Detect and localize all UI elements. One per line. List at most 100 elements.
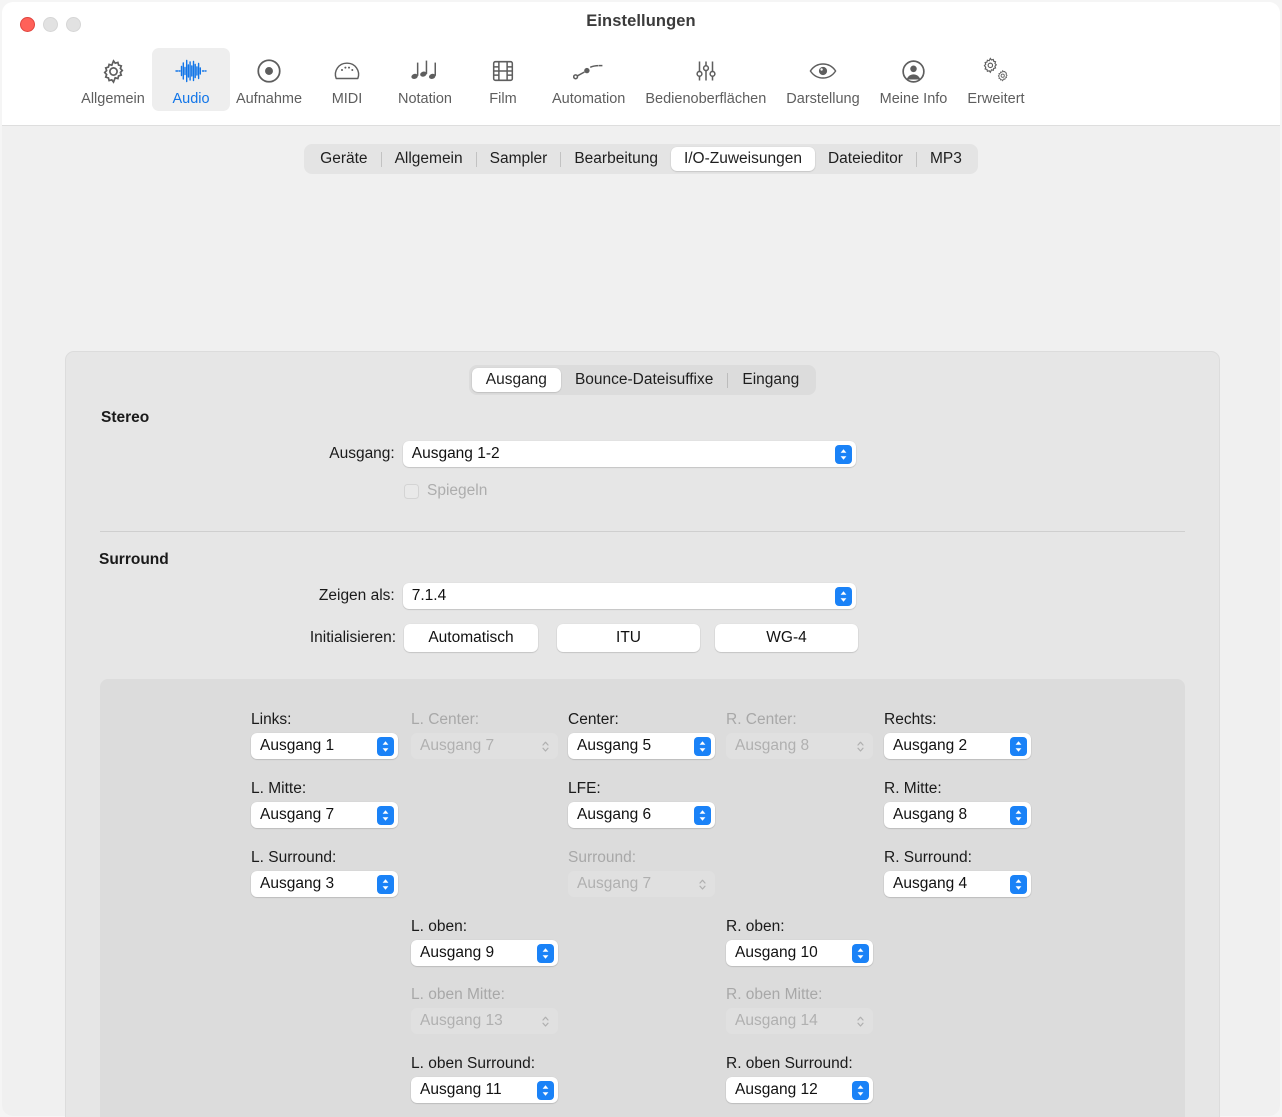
tab-dateieditor[interactable]: Dateieditor bbox=[815, 147, 916, 171]
toolbar-item-label: Film bbox=[489, 91, 516, 107]
toolbar-item-label: MIDI bbox=[332, 91, 363, 107]
cell-label: R. oben Surround: bbox=[726, 1055, 873, 1073]
chevron-up-down-icon bbox=[852, 944, 869, 963]
content-area: Geräte Allgemein Sampler Bearbeitung I/O… bbox=[2, 126, 1280, 1116]
chevron-up-down-icon bbox=[694, 875, 711, 894]
show-as-popup[interactable]: 7.1.4 bbox=[403, 583, 856, 609]
toolbar-item-allgemein[interactable]: Allgemein bbox=[74, 48, 152, 111]
l-surround-popup[interactable]: Ausgang 3 bbox=[251, 871, 398, 897]
tab-allgemein[interactable]: Allgemein bbox=[382, 147, 476, 171]
mirror-checkbox[interactable] bbox=[404, 484, 419, 499]
segment-bounce-dateisuffixe[interactable]: Bounce-Dateisuffixe bbox=[561, 368, 727, 392]
cell-value: Ausgang 2 bbox=[884, 737, 967, 755]
rechts-popup[interactable]: Ausgang 2 bbox=[884, 733, 1031, 759]
toolbar-item-film[interactable]: Film bbox=[464, 48, 542, 111]
section-divider bbox=[100, 531, 1185, 532]
notes-icon bbox=[410, 54, 440, 88]
cell-label: R. Mitte: bbox=[884, 780, 1031, 798]
cell-r-mitte: R. Mitte: Ausgang 8 bbox=[884, 780, 1031, 828]
stereo-output-row: Ausgang: Ausgang 1-2 bbox=[66, 441, 856, 467]
mirror-label: Spiegeln bbox=[427, 482, 487, 500]
cell-l-center: L. Center: Ausgang 7 bbox=[411, 711, 558, 759]
init-itu-button[interactable]: ITU bbox=[557, 624, 700, 652]
toolbar-item-notation[interactable]: Notation bbox=[386, 48, 464, 111]
l-oben-surround-popup[interactable]: Ausgang 11 bbox=[411, 1077, 558, 1103]
eye-icon bbox=[808, 54, 838, 88]
automation-curve-icon bbox=[573, 54, 605, 88]
surround-showas-row: Zeigen als: 7.1.4 bbox=[66, 583, 856, 609]
r-mitte-popup[interactable]: Ausgang 8 bbox=[884, 802, 1031, 828]
l-mitte-popup[interactable]: Ausgang 7 bbox=[251, 802, 398, 828]
stereo-heading: Stereo bbox=[101, 409, 149, 427]
titlebar: Einstellungen bbox=[2, 2, 1280, 46]
segment-ausgang[interactable]: Ausgang bbox=[472, 368, 561, 392]
cell-value: Ausgang 3 bbox=[251, 875, 334, 893]
tab-sampler[interactable]: Sampler bbox=[477, 147, 561, 171]
waveform-icon bbox=[174, 54, 208, 88]
tab-mp3[interactable]: MP3 bbox=[917, 147, 975, 171]
segment-eingang[interactable]: Eingang bbox=[728, 368, 813, 392]
sliders-icon bbox=[693, 54, 719, 88]
cell-l-mitte: L. Mitte: Ausgang 7 bbox=[251, 780, 398, 828]
cell-label: Surround: bbox=[568, 849, 715, 867]
cell-value: Ausgang 7 bbox=[251, 806, 334, 824]
toolbar-item-bedienoberflaechen[interactable]: Bedienoberflächen bbox=[635, 48, 776, 111]
cell-value: Ausgang 13 bbox=[411, 1012, 503, 1030]
surround-popup[interactable]: Ausgang 7 bbox=[568, 871, 715, 897]
cell-r-oben-mitte: R. oben Mitte: Ausgang 14 bbox=[726, 986, 873, 1034]
init-wg4-button[interactable]: WG-4 bbox=[715, 624, 858, 652]
toolbar-item-audio[interactable]: Audio bbox=[152, 48, 230, 111]
r-surround-popup[interactable]: Ausgang 4 bbox=[884, 871, 1031, 897]
l-oben-mitte-popup[interactable]: Ausgang 13 bbox=[411, 1008, 558, 1034]
tab-io-zuweisungen[interactable]: I/O-Zuweisungen bbox=[671, 147, 815, 171]
center-popup[interactable]: Ausgang 5 bbox=[568, 733, 715, 759]
chevron-up-down-icon bbox=[835, 445, 852, 464]
cell-links: Links: Ausgang 1 bbox=[251, 711, 398, 759]
cell-value: Ausgang 12 bbox=[726, 1081, 818, 1099]
pane-tabbar-wrapper: Geräte Allgemein Sampler Bearbeitung I/O… bbox=[2, 126, 1280, 174]
chevron-up-down-icon bbox=[377, 806, 394, 825]
surround-heading: Surround bbox=[99, 551, 169, 569]
cell-label: Rechts: bbox=[884, 711, 1031, 729]
r-center-popup[interactable]: Ausgang 8 bbox=[726, 733, 873, 759]
tab-geraete[interactable]: Geräte bbox=[307, 147, 380, 171]
stereo-output-popup[interactable]: Ausgang 1-2 bbox=[403, 441, 856, 467]
toolbar-item-meine-info[interactable]: Meine Info bbox=[870, 48, 958, 111]
toolbar-item-aufnahme[interactable]: Aufnahme bbox=[230, 48, 308, 111]
lfe-popup[interactable]: Ausgang 6 bbox=[568, 802, 715, 828]
cell-label: R. Surround: bbox=[884, 849, 1031, 867]
toolbar-item-label: Darstellung bbox=[786, 91, 859, 107]
chevron-up-down-icon bbox=[537, 737, 554, 756]
l-center-popup[interactable]: Ausgang 7 bbox=[411, 733, 558, 759]
cell-value: Ausgang 11 bbox=[411, 1081, 502, 1099]
chevron-up-down-icon bbox=[694, 806, 711, 825]
cell-label: Links: bbox=[251, 711, 398, 729]
chevron-up-down-icon bbox=[1010, 875, 1027, 894]
gear-icon bbox=[100, 54, 127, 88]
toolbar-item-erweitert[interactable]: Erweitert bbox=[957, 48, 1034, 111]
cell-lfe: LFE: Ausgang 6 bbox=[568, 780, 715, 828]
cell-l-oben-mitte: L. oben Mitte: Ausgang 13 bbox=[411, 986, 558, 1034]
output-mode-segmented-wrapper: Ausgang Bounce-Dateisuffixe Eingang bbox=[66, 352, 1219, 395]
cell-value: Ausgang 7 bbox=[568, 875, 651, 893]
cell-value: Ausgang 1 bbox=[251, 737, 334, 755]
show-as-label: Zeigen als: bbox=[66, 587, 395, 605]
links-popup[interactable]: Ausgang 1 bbox=[251, 733, 398, 759]
toolbar-item-automation[interactable]: Automation bbox=[542, 48, 635, 111]
r-oben-surround-popup[interactable]: Ausgang 12 bbox=[726, 1077, 873, 1103]
l-oben-popup[interactable]: Ausgang 9 bbox=[411, 940, 558, 966]
cell-value: Ausgang 10 bbox=[726, 944, 818, 962]
mirror-checkbox-group[interactable]: Spiegeln bbox=[404, 482, 487, 500]
cell-label: LFE: bbox=[568, 780, 715, 798]
toolbar-item-midi[interactable]: MIDI bbox=[308, 48, 386, 111]
window-title: Einstellungen bbox=[2, 12, 1280, 31]
toolbar-item-label: Meine Info bbox=[880, 91, 948, 107]
r-oben-mitte-popup[interactable]: Ausgang 14 bbox=[726, 1008, 873, 1034]
cell-surround: Surround: Ausgang 7 bbox=[568, 849, 715, 897]
init-automatisch-button[interactable]: Automatisch bbox=[404, 624, 538, 652]
cell-value: Ausgang 8 bbox=[726, 737, 809, 755]
tab-bearbeitung[interactable]: Bearbeitung bbox=[561, 147, 671, 171]
chevron-up-down-icon bbox=[852, 737, 869, 756]
r-oben-popup[interactable]: Ausgang 10 bbox=[726, 940, 873, 966]
toolbar-item-darstellung[interactable]: Darstellung bbox=[776, 48, 869, 111]
